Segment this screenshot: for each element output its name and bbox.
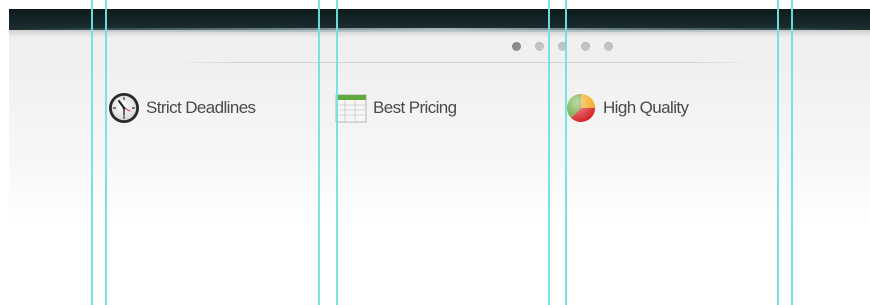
- layout-guide-line: [565, 0, 567, 305]
- clock-icon: [109, 93, 139, 123]
- feature-strict-deadlines: Strict Deadlines: [108, 91, 256, 125]
- layout-guide-line: [777, 0, 779, 305]
- feature-label-best-pricing: Best Pricing: [373, 98, 457, 117]
- feature-high-quality: High Quality: [565, 91, 689, 125]
- layout-guide-line: [548, 0, 550, 305]
- feature-best-pricing: Best Pricing: [335, 91, 457, 125]
- slider-dot-4[interactable]: [581, 42, 590, 51]
- layout-guide-line: [318, 0, 320, 305]
- feature-label-strict-deadlines: Strict Deadlines: [146, 98, 256, 117]
- feature-label-high-quality: High Quality: [603, 98, 689, 117]
- layout-guide-line: [105, 0, 107, 305]
- layout-guide-line: [336, 0, 338, 305]
- slider-dot-2[interactable]: [535, 42, 544, 51]
- section-divider: [169, 62, 759, 63]
- top-navigation-bar: [9, 9, 870, 30]
- layout-guide-line: [91, 0, 93, 305]
- page-canvas: Strict Deadlines Best Pricing High Quali…: [9, 9, 870, 305]
- spreadsheet-icon: [335, 94, 367, 123]
- layout-guide-line: [791, 0, 793, 305]
- top-bar-shadow: [9, 30, 870, 38]
- slider-pagination: [512, 42, 613, 52]
- slider-dot-5[interactable]: [604, 42, 613, 51]
- slider-dot-1[interactable]: [512, 42, 521, 51]
- pie-chart-icon: [566, 94, 595, 123]
